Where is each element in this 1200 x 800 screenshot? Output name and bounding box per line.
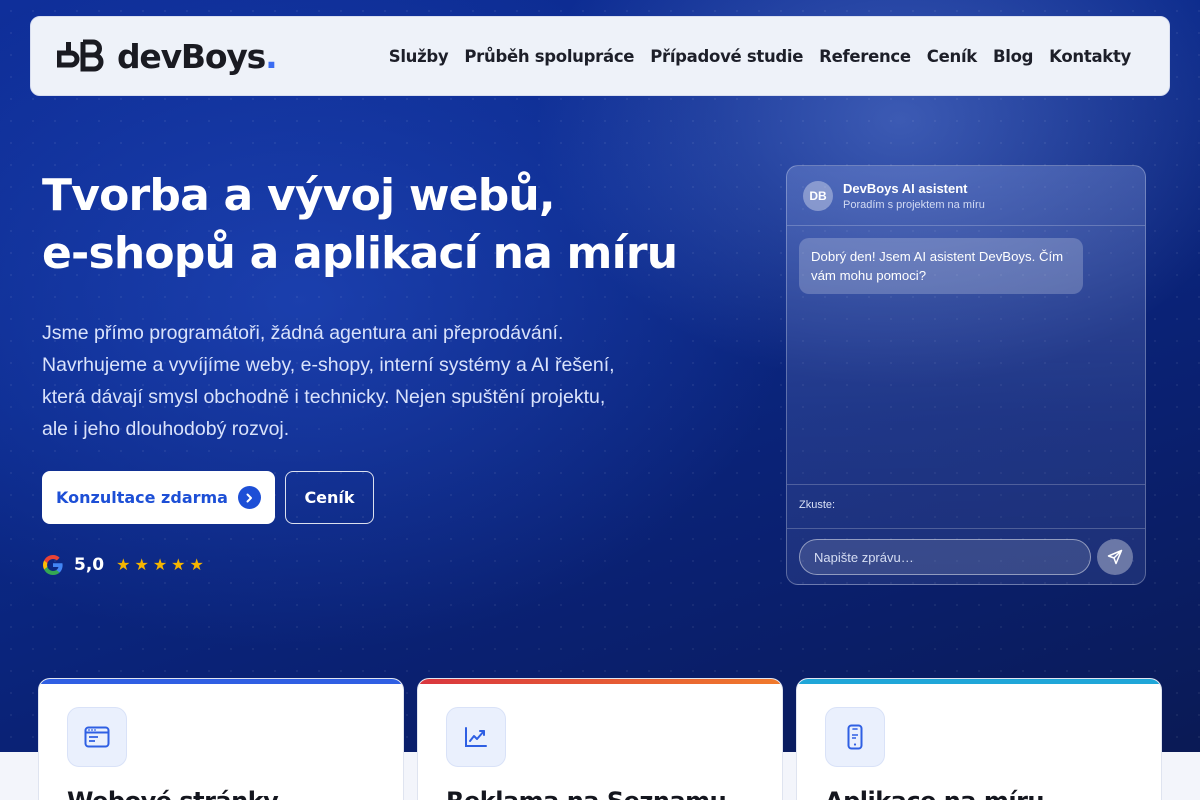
star-icon: ★ — [171, 555, 186, 574]
rating-stars: ★ ★ ★ ★ ★ — [116, 557, 204, 573]
chart-line-icon — [446, 707, 506, 767]
nav-link-kontakty[interactable]: Kontakty — [1049, 47, 1131, 66]
rating-score: 5,0 — [74, 555, 105, 575]
pricing-button[interactable]: Ceník — [285, 471, 374, 524]
logo[interactable]: devBoys. — [57, 36, 278, 76]
service-card-websites[interactable]: Webové stránky — [38, 678, 404, 800]
hero-title-line: Tvorba a vývoj webů, — [42, 170, 556, 221]
ai-chat-widget: DB DevBoys AI asistent Poradím s projekt… — [786, 165, 1146, 585]
star-icon: ★ — [134, 555, 149, 574]
free-consultation-button[interactable]: Konzultace zdarma — [42, 471, 275, 524]
card-accent-bar — [418, 679, 782, 684]
service-card-custom-apps[interactable]: Aplikace na míru — [796, 678, 1162, 800]
chat-suggestions: Zkuste: — [787, 484, 1145, 528]
hero-description-line: Navrhujeme a vyvíjíme weby, e-shopy, int… — [42, 354, 615, 376]
chat-input-row — [787, 528, 1145, 584]
nav-link-prubeh-spoluprace[interactable]: Průběh spolupráce — [464, 47, 634, 66]
hero-description-line: která dávají smysl obchodně i technicky.… — [42, 386, 606, 408]
star-icon: ★ — [189, 555, 204, 574]
card-accent-bar — [39, 679, 403, 684]
hero-description-line: Jsme přímo programátoři, žádná agentura … — [42, 322, 564, 344]
card-title: Webové stránky — [67, 787, 279, 800]
nav-link-sluzby[interactable]: Služby — [389, 47, 449, 66]
navbar: devBoys. Služby Průběh spolupráce Případ… — [30, 16, 1170, 96]
nav-link-reference[interactable]: Reference — [819, 47, 911, 66]
chat-header-text: DevBoys AI asistent Poradím s projektem … — [843, 181, 985, 211]
star-icon: ★ — [152, 555, 168, 574]
chat-assistant-name: DevBoys AI asistent — [843, 180, 968, 196]
mobile-phone-icon — [825, 707, 885, 767]
chat-header: DB DevBoys AI asistent Poradím s projekt… — [787, 166, 1145, 226]
nav-link-pripadove-studie[interactable]: Případové studie — [650, 47, 803, 66]
chat-assistant-subtitle: Poradím s projektem na míru — [843, 198, 985, 211]
send-icon — [1107, 549, 1123, 565]
chat-message-bubble: Dobrý den! Jsem AI asistent DevBoys. Čím… — [799, 238, 1083, 294]
hero-description-line: ale i jeho dlouhodobý rozvoj. — [42, 418, 290, 440]
chat-send-button[interactable] — [1097, 539, 1133, 575]
card-title: Reklama na Seznamu — [446, 787, 727, 800]
hero-title-line: e-shopů a aplikací na míru — [42, 228, 678, 279]
chat-suggestions-label: Zkuste: — [799, 499, 836, 511]
browser-icon — [67, 707, 127, 767]
hero-description: Jsme přímo programátoři, žádná agentura … — [42, 317, 662, 445]
chat-messages: Dobrý den! Jsem AI asistent DevBoys. Čím… — [787, 226, 1145, 484]
logo-wordmark: devBoys. — [117, 36, 278, 76]
devboys-logo-icon — [57, 39, 104, 72]
google-icon — [43, 555, 63, 575]
main-navigation: Služby Průběh spolupráce Případové studi… — [389, 47, 1132, 66]
google-rating: 5,0 ★ ★ ★ ★ ★ — [42, 552, 204, 578]
nav-link-cenik[interactable]: Ceník — [927, 47, 977, 66]
chat-avatar: DB — [803, 180, 833, 211]
hero-title: Tvorba a vývoj webů, e-shopů a aplikací … — [42, 167, 742, 283]
card-accent-bar — [797, 679, 1161, 684]
free-consultation-label: Konzultace zdarma — [56, 488, 228, 507]
service-card-seznam-ads[interactable]: Reklama na Seznamu — [417, 678, 783, 800]
chat-message-input[interactable] — [799, 539, 1091, 575]
chevron-right-icon — [237, 486, 261, 509]
star-icon: ★ — [116, 555, 131, 574]
card-title: Aplikace na míru — [825, 787, 1045, 800]
nav-link-blog[interactable]: Blog — [993, 47, 1033, 66]
